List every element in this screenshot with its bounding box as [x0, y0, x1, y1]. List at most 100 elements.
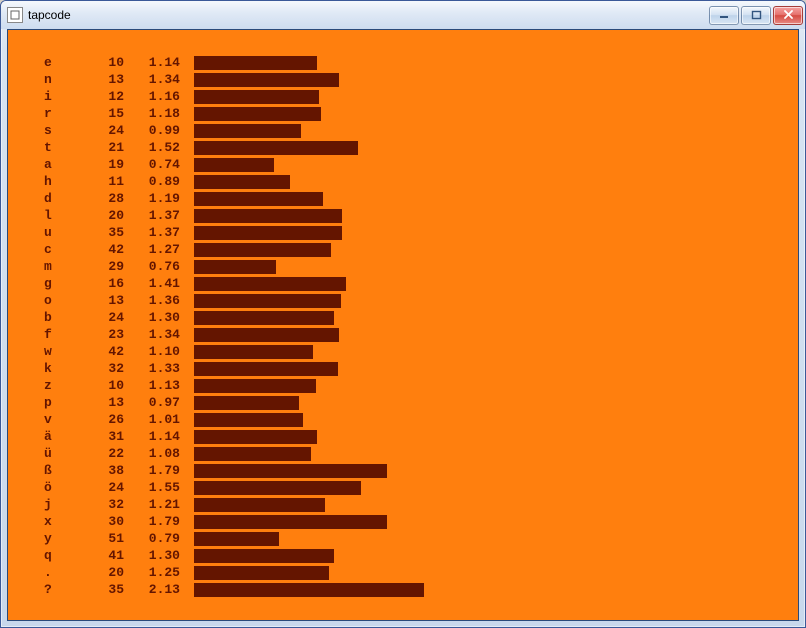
char-cell: ?	[44, 581, 80, 598]
ratio-cell: 1.01	[124, 411, 180, 428]
bar-wrap	[194, 175, 290, 189]
ratio-cell: 1.37	[124, 224, 180, 241]
count-cell: 31	[80, 428, 124, 445]
bar-wrap	[194, 226, 342, 240]
data-row: x301.79	[44, 513, 798, 530]
bar-wrap	[194, 90, 319, 104]
bar	[194, 464, 387, 478]
bar	[194, 413, 303, 427]
bar-wrap	[194, 532, 279, 546]
bar-wrap	[194, 362, 338, 376]
bar	[194, 56, 317, 70]
data-row: v261.01	[44, 411, 798, 428]
bar-wrap	[194, 158, 274, 172]
bar	[194, 362, 338, 376]
count-cell: 10	[80, 54, 124, 71]
char-cell: n	[44, 71, 80, 88]
bar	[194, 379, 316, 393]
count-cell: 42	[80, 241, 124, 258]
app-icon	[7, 7, 23, 23]
ratio-cell: 0.76	[124, 258, 180, 275]
bar	[194, 447, 311, 461]
ratio-cell: 1.41	[124, 275, 180, 292]
bar	[194, 481, 361, 495]
count-cell: 35	[80, 224, 124, 241]
data-row: s240.99	[44, 122, 798, 139]
bar-wrap	[194, 447, 311, 461]
data-row: t211.52	[44, 139, 798, 156]
count-cell: 13	[80, 292, 124, 309]
bar-wrap	[194, 583, 424, 597]
bar-wrap	[194, 277, 346, 291]
ratio-cell: 1.10	[124, 343, 180, 360]
bar-wrap	[194, 396, 299, 410]
data-row: d281.19	[44, 190, 798, 207]
ratio-cell: 1.37	[124, 207, 180, 224]
ratio-cell: 1.33	[124, 360, 180, 377]
data-row: g161.41	[44, 275, 798, 292]
count-cell: 16	[80, 275, 124, 292]
data-row: k321.33	[44, 360, 798, 377]
ratio-cell: 1.34	[124, 71, 180, 88]
close-button[interactable]	[773, 6, 803, 25]
ratio-cell: 1.08	[124, 445, 180, 462]
ratio-cell: 1.18	[124, 105, 180, 122]
char-cell: j	[44, 496, 80, 513]
bar	[194, 209, 342, 223]
ratio-cell: 1.16	[124, 88, 180, 105]
bar-wrap	[194, 56, 317, 70]
data-row: h110.89	[44, 173, 798, 190]
count-cell: 21	[80, 139, 124, 156]
data-row: i121.16	[44, 88, 798, 105]
count-cell: 24	[80, 309, 124, 326]
bar	[194, 532, 279, 546]
data-row: ?352.13	[44, 581, 798, 598]
count-cell: 20	[80, 207, 124, 224]
char-cell: f	[44, 326, 80, 343]
bar	[194, 260, 276, 274]
char-cell: m	[44, 258, 80, 275]
minimize-button[interactable]	[709, 6, 739, 25]
data-row: .201.25	[44, 564, 798, 581]
bar-wrap	[194, 311, 334, 325]
bar-wrap	[194, 243, 331, 257]
ratio-cell: 1.36	[124, 292, 180, 309]
bar-wrap	[194, 73, 339, 87]
client-area: e101.14n131.34i121.16r151.18s240.99t211.…	[7, 29, 799, 621]
char-cell: l	[44, 207, 80, 224]
bar-wrap	[194, 192, 323, 206]
data-row: u351.37	[44, 224, 798, 241]
char-cell: ß	[44, 462, 80, 479]
data-row: p130.97	[44, 394, 798, 411]
data-row: q411.30	[44, 547, 798, 564]
char-cell: c	[44, 241, 80, 258]
maximize-button[interactable]	[741, 6, 771, 25]
bar	[194, 73, 339, 87]
count-cell: 51	[80, 530, 124, 547]
data-row: b241.30	[44, 309, 798, 326]
char-cell: o	[44, 292, 80, 309]
char-cell: e	[44, 54, 80, 71]
data-row: ä311.14	[44, 428, 798, 445]
ratio-cell: 1.30	[124, 309, 180, 326]
char-cell: q	[44, 547, 80, 564]
char-cell: s	[44, 122, 80, 139]
ratio-cell: 1.52	[124, 139, 180, 156]
bar-wrap	[194, 566, 329, 580]
bar	[194, 158, 274, 172]
char-cell: b	[44, 309, 80, 326]
ratio-cell: 1.14	[124, 54, 180, 71]
count-cell: 42	[80, 343, 124, 360]
bar	[194, 294, 341, 308]
data-row: j321.21	[44, 496, 798, 513]
bar-wrap	[194, 413, 303, 427]
bar-wrap	[194, 481, 361, 495]
data-row: ü221.08	[44, 445, 798, 462]
titlebar[interactable]: tapcode	[1, 1, 805, 29]
ratio-cell: 1.55	[124, 479, 180, 496]
char-cell: ä	[44, 428, 80, 445]
data-row: y510.79	[44, 530, 798, 547]
data-row: o131.36	[44, 292, 798, 309]
count-cell: 24	[80, 479, 124, 496]
count-cell: 20	[80, 564, 124, 581]
